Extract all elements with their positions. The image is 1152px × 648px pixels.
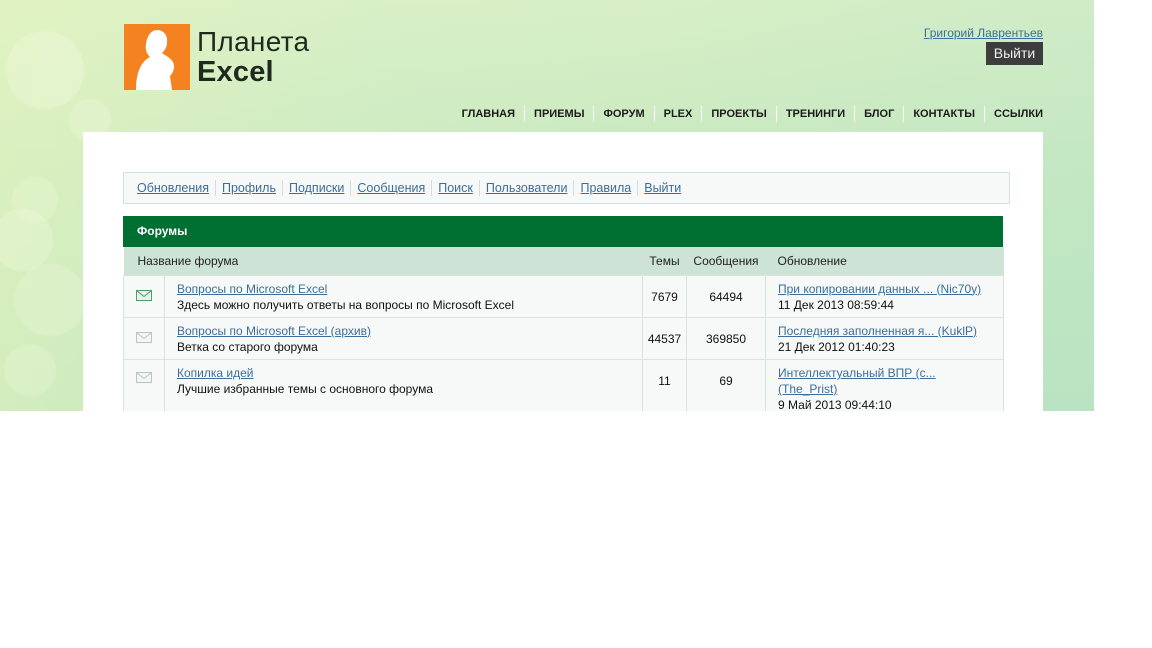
subnav-subscriptions-link[interactable]: Подписки — [281, 180, 350, 196]
site-brand[interactable]: Планета Excel — [197, 26, 310, 88]
last-topic-link[interactable]: Интеллектуальный ВПР (с... — [778, 365, 1003, 381]
forum-last-update-cell: При копировании данных ... (Nic70y) 11 Д… — [765, 275, 1004, 318]
forum-status-cell — [123, 359, 165, 411]
forum-title-link[interactable]: Вопросы по Microsoft Excel — [177, 281, 642, 297]
forum-name-cell: Вопросы по Microsoft Excel Здесь можно п… — [164, 275, 643, 318]
subnav-profile-link[interactable]: Профиль — [215, 180, 282, 196]
forum-description: Лучшие избранные темы с основного форума — [177, 382, 434, 396]
col-header-topics: Темы — [642, 247, 687, 276]
forum-status-cell — [123, 275, 165, 318]
forums-table: Название форума Темы Сообщения Обновлени… — [123, 247, 1004, 411]
forum-topics-count: 7679 — [642, 275, 687, 318]
envelope-read-icon — [136, 372, 152, 383]
page-viewport: Планета Excel Григорий Лаврентьев Выйти … — [0, 0, 1094, 411]
forum-topics-count: 44537 — [642, 317, 687, 360]
forum-description: Здесь можно получить ответы на вопросы п… — [177, 297, 514, 312]
forum-row: Вопросы по Microsoft Excel (архив) Ветка… — [123, 317, 1004, 360]
forum-name-cell: Копилка идей Лучшие избранные темы с осн… — [164, 359, 643, 411]
forum-title-link[interactable]: Вопросы по Microsoft Excel (архив) — [177, 323, 642, 339]
forum-description: Ветка со старого форума — [177, 339, 318, 354]
nav-item-projects[interactable]: ПРОЕКТЫ — [701, 106, 775, 122]
forums-section-header: Форумы — [123, 216, 1003, 247]
forum-name-cell: Вопросы по Microsoft Excel (архив) Ветка… — [164, 317, 643, 360]
col-header-name: Название форума — [123, 247, 643, 276]
forums-title: Форумы — [137, 224, 188, 238]
forum-posts-count: 69 — [686, 359, 766, 411]
nav-item-trainings[interactable]: ТРЕНИНГИ — [775, 106, 854, 122]
forum-row: Вопросы по Microsoft Excel Здесь можно п… — [123, 275, 1004, 318]
brand-line-1: Планета — [197, 26, 310, 57]
last-topic-link[interactable]: При копировании данных ... (Nic70y) — [778, 281, 1003, 297]
subnav-search-link[interactable]: Поиск — [431, 180, 479, 196]
logout-button[interactable]: Выйти — [986, 42, 1043, 65]
envelope-new-icon — [136, 289, 152, 301]
thinker-silhouette-icon — [136, 30, 174, 90]
forum-posts-count: 369850 — [686, 317, 766, 360]
forum-status-cell — [123, 317, 165, 360]
main-navigation: ГЛАВНАЯ ПРИЕМЫ ФОРУМ PLEX ПРОЕКТЫ ТРЕНИН… — [453, 106, 1043, 122]
last-update-date: 21 Дек 2012 01:40:23 — [778, 339, 895, 354]
nav-item-techniques[interactable]: ПРИЕМЫ — [524, 106, 593, 122]
forum-title-link[interactable]: Копилка идей — [177, 365, 642, 381]
subnav-users-link[interactable]: Пользователи — [478, 180, 574, 196]
forum-subnav: Обновления Профиль Подписки Сообщения По… — [123, 172, 1010, 204]
last-update-date: 11 Дек 2013 08:59:44 — [778, 297, 894, 312]
forum-last-update-cell: Последняя заполненная я... (KuklP) 21 Де… — [765, 317, 1004, 360]
nav-item-links[interactable]: ССЫЛКИ — [984, 106, 1043, 122]
subnav-updates-link[interactable]: Обновления — [131, 180, 215, 196]
forum-posts-count: 64494 — [686, 275, 766, 318]
nav-item-forum[interactable]: ФОРУМ — [593, 106, 653, 122]
site-logo[interactable] — [124, 24, 190, 90]
content-panel: Обновления Профиль Подписки Сообщения По… — [83, 132, 1043, 411]
col-header-updated: Обновление — [765, 247, 1004, 276]
nav-item-blog[interactable]: БЛОГ — [854, 106, 903, 122]
subnav-messages-link[interactable]: Сообщения — [350, 180, 431, 196]
forum-last-update-cell: Интеллектуальный ВПР (с... (The_Prist) 9… — [765, 359, 1004, 411]
brand-line-2: Excel — [197, 56, 274, 88]
forum-row: Копилка идей Лучшие избранные темы с осн… — [123, 359, 1004, 411]
last-update-date: 9 Май 2013 09:44:10 — [778, 398, 892, 411]
subnav-logout-link[interactable]: Выйти — [637, 180, 687, 196]
user-profile-link[interactable]: Григорий Лаврентьев — [924, 26, 1043, 40]
nav-item-contacts[interactable]: КОНТАКТЫ — [903, 106, 984, 122]
last-topic-link[interactable]: Последняя заполненная я... (KuklP) — [778, 323, 1003, 339]
subnav-rules-link[interactable]: Правила — [573, 180, 637, 196]
last-topic-author-link[interactable]: (The_Prist) — [778, 381, 1003, 397]
forum-topics-count: 11 — [642, 359, 687, 411]
col-header-posts: Сообщения — [686, 247, 766, 276]
forums-header-row: Название форума Темы Сообщения Обновлени… — [123, 247, 1004, 276]
nav-item-plex[interactable]: PLEX — [653, 106, 702, 122]
envelope-read-icon — [136, 331, 152, 343]
nav-item-home[interactable]: ГЛАВНАЯ — [453, 106, 524, 122]
